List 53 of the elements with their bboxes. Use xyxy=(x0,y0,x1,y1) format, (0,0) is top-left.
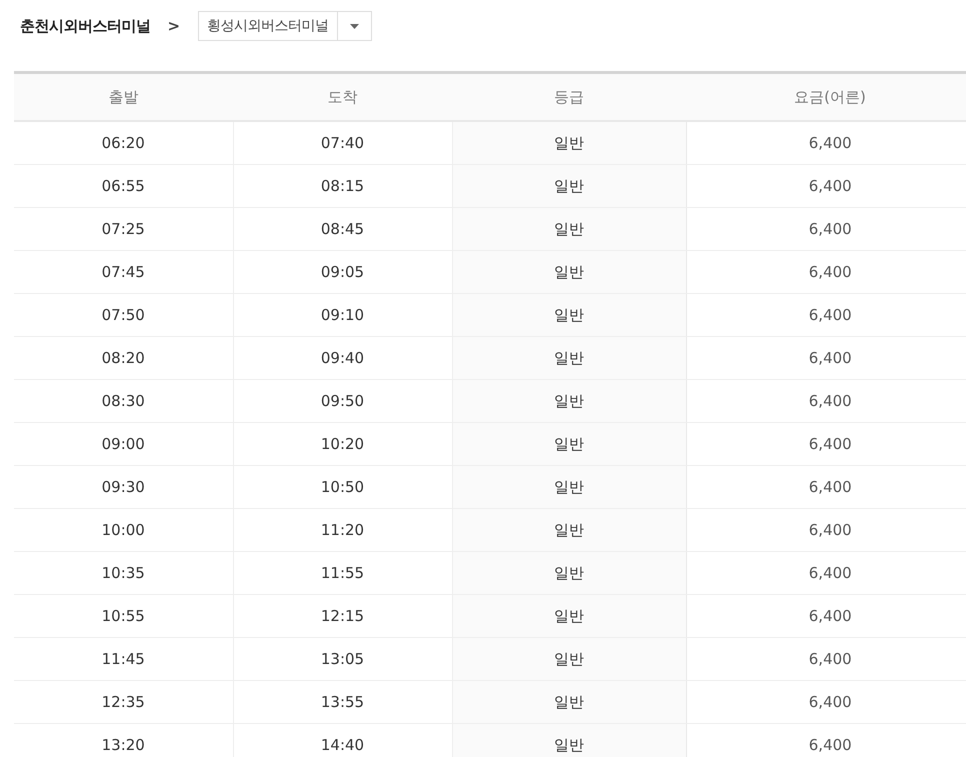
table-cell: 일반 xyxy=(452,121,686,164)
table-cell: 6,400 xyxy=(686,208,966,250)
table-cell: 일반 xyxy=(452,250,686,294)
table-cell: 일반 xyxy=(452,294,686,336)
column-header: 출발 xyxy=(14,72,233,121)
table-cell: 13:20 xyxy=(14,724,233,757)
table-cell: 6,400 xyxy=(686,508,966,552)
table-cell: 10:55 xyxy=(14,594,233,638)
table-cell: 6,400 xyxy=(686,594,966,638)
table-cell: 6,400 xyxy=(686,336,966,380)
origin-terminal: 춘천시외버스터미널 xyxy=(20,16,150,36)
table-cell: 08:30 xyxy=(14,380,233,422)
table-cell: 일반 xyxy=(452,594,686,638)
table-cell: 6,400 xyxy=(686,380,966,422)
table-cell: 일반 xyxy=(452,164,686,208)
table-cell: 06:55 xyxy=(14,164,233,208)
table-cell: 일반 xyxy=(452,336,686,380)
table-cell: 07:45 xyxy=(14,250,233,294)
table-cell: 6,400 xyxy=(686,250,966,294)
table-cell: 일반 xyxy=(452,466,686,508)
table-cell: 07:25 xyxy=(14,208,233,250)
table-cell: 6,400 xyxy=(686,294,966,336)
table-cell: 일반 xyxy=(452,552,686,594)
table-cell: 07:50 xyxy=(14,294,233,336)
table-cell: 일반 xyxy=(452,208,686,250)
column-header: 도착 xyxy=(233,72,452,121)
caret-icon xyxy=(350,24,359,28)
table-cell: 6,400 xyxy=(686,164,966,208)
column-header: 요금(어른) xyxy=(686,72,966,121)
table-cell: 6,400 xyxy=(686,552,966,594)
table-cell: 6,400 xyxy=(686,638,966,680)
table-cell: 일반 xyxy=(452,422,686,466)
table-cell: 6,400 xyxy=(686,680,966,724)
table-cell: 10:35 xyxy=(14,552,233,594)
table-cell: 09:00 xyxy=(14,422,233,466)
table-cell: 일반 xyxy=(452,724,686,757)
table-cell: 일반 xyxy=(452,508,686,552)
table-cell: 6,400 xyxy=(686,121,966,164)
table-cell: 6,400 xyxy=(686,466,966,508)
column-header: 등급 xyxy=(452,72,686,121)
table-cell: 09:30 xyxy=(14,466,233,508)
separator-chevron: > xyxy=(168,17,180,35)
table-cell: 일반 xyxy=(452,680,686,724)
table-cell: 11:45 xyxy=(14,638,233,680)
table-cell: 08:20 xyxy=(14,336,233,380)
table-cell: 6,400 xyxy=(686,724,966,757)
destination-select[interactable]: 횡성시외버스터미널 xyxy=(198,11,372,41)
table-cell: 6,400 xyxy=(686,422,966,466)
table-cell: 12:35 xyxy=(14,680,233,724)
table-cell: 일반 xyxy=(452,380,686,422)
table-cell: 10:00 xyxy=(14,508,233,552)
table-cell: 일반 xyxy=(452,638,686,680)
table-cell: 06:20 xyxy=(14,121,233,164)
